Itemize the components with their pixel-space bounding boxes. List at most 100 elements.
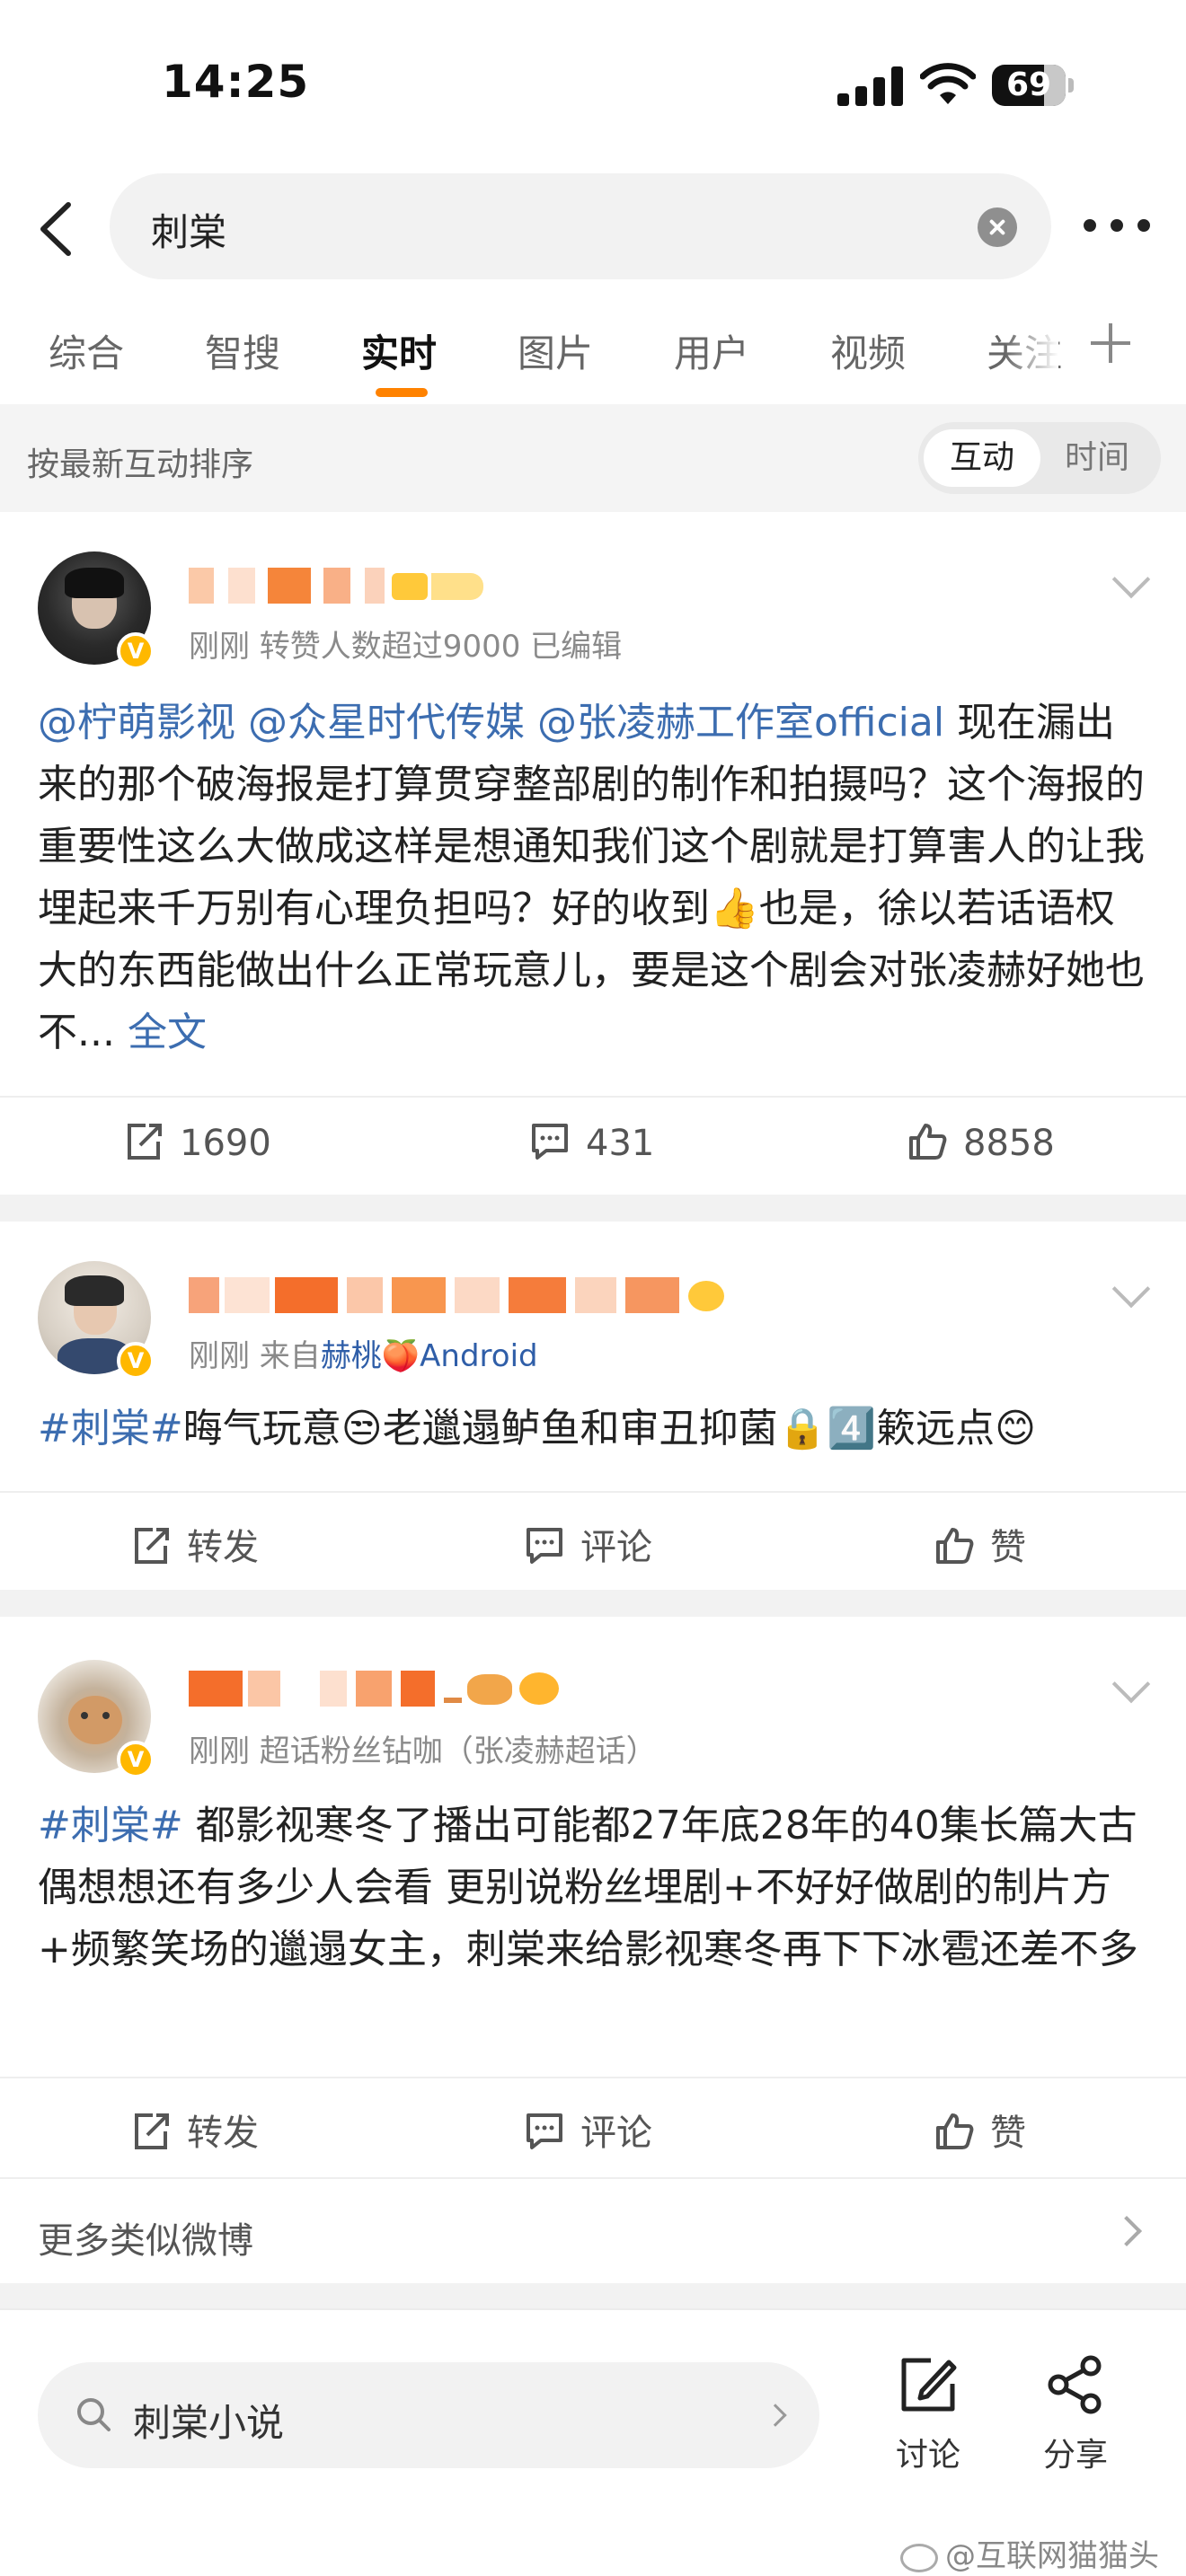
chevron-right-icon [764, 2404, 787, 2427]
post-text: 晦气玩意😒老邋遢鲈鱼和审丑抑菌🔒4️⃣簌远点😊 [182, 1406, 1037, 1451]
post-content: #刺棠#晦气玩意😒老邋遢鲈鱼和审丑抑菌🔒4️⃣簌远点😊 [38, 1398, 1152, 1460]
related-search-query: 刺棠小说 [133, 2401, 285, 2445]
cellular-signal-icon [837, 66, 907, 106]
post-actions: 转发 评论 赞 [0, 2077, 1186, 2175]
chevron-down-icon[interactable] [1111, 1664, 1151, 1704]
like-button[interactable]: 赞 [934, 2104, 1026, 2156]
username-blurred[interactable] [189, 568, 485, 604]
repost-button[interactable]: 转发 [131, 1518, 259, 1570]
clear-search-icon[interactable] [978, 207, 1017, 247]
more-similar-label: 更多类似微博 [38, 2220, 253, 2262]
share-icon [1048, 2355, 1102, 2414]
sort-bar: 按最新互动排序 互动 时间 [0, 404, 1186, 512]
post-actions: 转发 评论 赞 [0, 1491, 1186, 1590]
comment-icon [527, 1528, 562, 1564]
tab-smart-search[interactable]: 智搜 [205, 323, 280, 378]
repost-icon [135, 2113, 169, 2149]
thumbs-up-icon [936, 2113, 974, 2149]
edit-icon [901, 2358, 957, 2412]
chevron-down-icon[interactable] [1111, 1269, 1151, 1309]
search-query: 刺棠 [151, 210, 227, 254]
more-similar-posts[interactable]: 更多类似微博 [0, 2177, 1186, 2283]
sort-option-interaction[interactable]: 互动 [924, 429, 1040, 487]
repost-icon [135, 1528, 169, 1564]
tab-images[interactable]: 图片 [518, 323, 593, 378]
chevron-right-icon [1111, 2216, 1142, 2246]
repost-label: 转发 [187, 2113, 259, 2154]
hashtag-link[interactable]: #刺棠# [38, 1803, 183, 1848]
comment-icon [527, 2113, 562, 2149]
post-card[interactable]: V 刚刚 转赞人数超过9000 已编辑 @柠萌影视 @众星时代传媒 @张凌赫工作… [0, 512, 1186, 1195]
like-button[interactable]: 赞 [934, 1518, 1026, 1570]
repost-label: 转发 [187, 1527, 259, 1568]
post-divider [0, 1195, 1186, 1222]
hashtag-link[interactable]: #刺棠# [38, 1406, 183, 1451]
search-tabs: 综合 智搜 实时 图片 用户 视频 关注 [0, 314, 1186, 404]
verified-badge-icon: V [117, 1342, 155, 1380]
like-count: 8858 [963, 1123, 1055, 1164]
post-meta: 刚刚 超话粉丝钻咖（张凌赫超话） [189, 1734, 657, 1769]
comment-button[interactable]: 评论 [525, 1518, 652, 1570]
tab-fade [1005, 314, 1058, 377]
battery-level: 69 [1005, 66, 1052, 103]
comment-button[interactable]: 评论 [525, 2104, 652, 2156]
post-actions: 1690 431 8858 [0, 1096, 1186, 1195]
like-button[interactable]: 8858 [907, 1123, 1055, 1165]
repost-button[interactable]: 转发 [131, 2104, 259, 2156]
post-meta-prefix: 刚刚 来自 [189, 1338, 321, 1374]
discuss-label: 讨论 [895, 2437, 960, 2474]
post-meta: 刚刚 转赞人数超过9000 已编辑 [189, 629, 623, 665]
watermark: @互联网猫猫头 [900, 2531, 1159, 2575]
repost-button[interactable]: 1690 [124, 1123, 271, 1165]
chevron-down-icon[interactable] [1111, 560, 1151, 599]
comment-count: 431 [586, 1123, 655, 1164]
comment-button[interactable]: 431 [530, 1123, 654, 1165]
post-meta: 刚刚 来自赫桃🍑Android [189, 1331, 538, 1375]
repost-icon [128, 1124, 162, 1160]
tab-comprehensive[interactable]: 综合 [49, 323, 124, 378]
mention-link[interactable]: @张凌赫工作室official [537, 700, 944, 745]
mention-link[interactable]: @柠萌影视 [38, 700, 235, 745]
repost-count: 1690 [180, 1123, 271, 1164]
add-tab-icon[interactable] [1091, 323, 1130, 363]
post-source[interactable]: 赫桃🍑Android [321, 1338, 538, 1374]
sort-toggle: 互动 时间 [918, 422, 1161, 494]
thumbs-up-icon [909, 1124, 947, 1160]
comment-label: 评论 [580, 1527, 652, 1568]
watermark-text: @互联网猫猫头 [945, 2538, 1159, 2574]
sort-option-time[interactable]: 时间 [1039, 429, 1155, 487]
post-content: @柠萌影视 @众星时代传媒 @张凌赫工作室official 现在漏出来的那个破海… [38, 692, 1152, 1055]
post-divider [0, 1590, 1186, 1617]
related-search-input[interactable]: 刺棠小说 [38, 2362, 819, 2468]
section-divider [0, 2283, 1186, 2308]
like-label: 赞 [990, 2113, 1026, 2154]
post-card[interactable]: V 刚刚 超话粉丝钻咖（张凌赫超话） #刺棠# 都影视寒冬了播出可能都27年底2… [0, 1617, 1186, 2177]
discuss-button[interactable]: 讨论 [879, 2355, 978, 2475]
weibo-logo-icon [900, 2543, 938, 2572]
post-card[interactable]: V 刚刚 来自赫桃🍑Android #刺棠#晦气玩意😒老邋遢鲈鱼和审丑抑菌🔒4️… [0, 1222, 1186, 1590]
username-blurred[interactable] [189, 1277, 728, 1313]
back-arrow-icon[interactable] [32, 199, 83, 259]
status-time: 14:25 [162, 56, 310, 108]
mention-link[interactable]: @众星时代传媒 [248, 700, 525, 745]
battery-icon: 69 [992, 65, 1074, 106]
tab-videos[interactable]: 视频 [830, 323, 906, 378]
more-options-icon[interactable] [1084, 212, 1150, 239]
sort-label: 按最新互动排序 [27, 446, 254, 483]
verified-badge-icon: V [117, 632, 155, 670]
tab-realtime[interactable]: 实时 [361, 323, 437, 378]
like-label: 赞 [990, 1527, 1026, 1568]
comment-label: 评论 [580, 2113, 652, 2154]
post-text: 都影视寒冬了播出可能都27年底28年的40集长篇大古偶想想还有多少人会看 更别说… [38, 1803, 1138, 1972]
search-icon [77, 2398, 111, 2431]
username-blurred[interactable] [189, 1671, 566, 1707]
full-text-link[interactable]: 全文 [128, 1010, 207, 1055]
tab-users[interactable]: 用户 [674, 323, 749, 378]
search-input[interactable]: 刺棠 [110, 173, 1051, 279]
post-text: 现在漏出来的那个破海报是打算贯穿整部剧的制作和拍摄吗？这个海报的重要性这么大做成… [38, 700, 1145, 1055]
share-label: 分享 [1042, 2437, 1108, 2474]
wifi-icon [920, 63, 976, 104]
verified-badge-icon: V [117, 1741, 155, 1778]
active-tab-indicator [376, 388, 428, 397]
share-button[interactable]: 分享 [1026, 2355, 1125, 2475]
